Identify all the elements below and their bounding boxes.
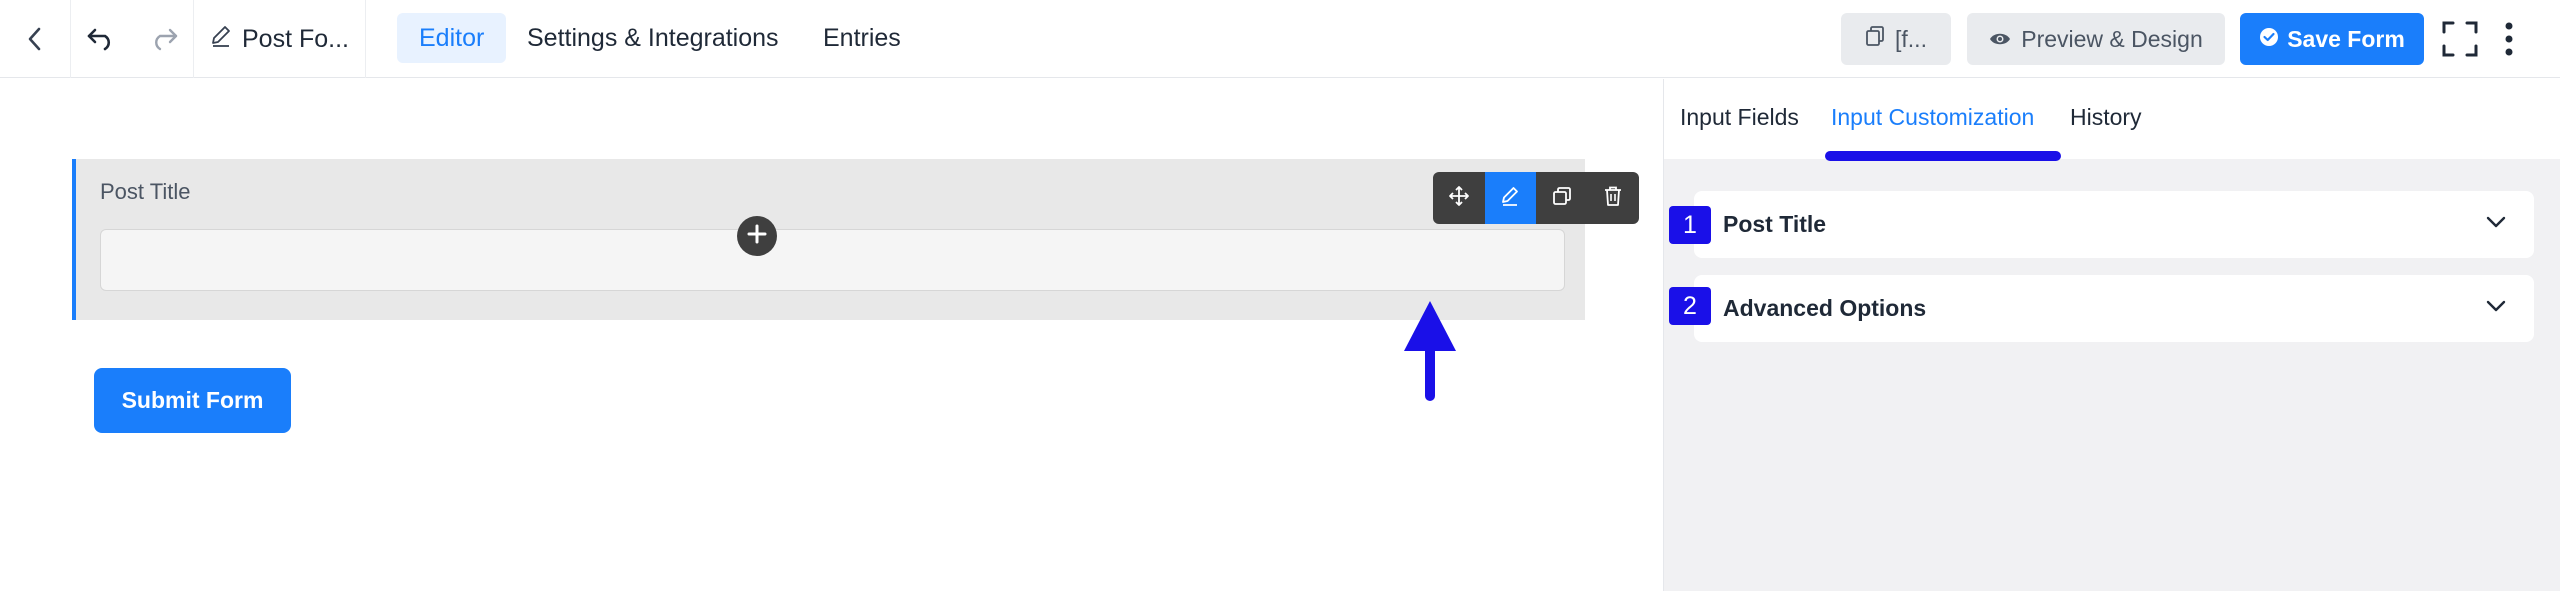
save-form-button[interactable]: Save Form: [2240, 13, 2424, 65]
duplicate-field-button[interactable]: [1536, 172, 1588, 224]
save-label: Save Form: [2287, 25, 2405, 52]
top-bar: Post Fo... Editor Settings & Integration…: [0, 0, 2560, 78]
undo-icon: [87, 27, 117, 51]
move-icon: [1448, 185, 1470, 212]
field-toolbar: [1433, 172, 1639, 224]
copy-icon: [1865, 25, 1885, 53]
plus-icon: [747, 224, 767, 249]
eye-icon: [1989, 26, 2011, 53]
form-title-text: Post Fo...: [242, 24, 349, 53]
add-field-button[interactable]: [737, 216, 777, 256]
redo-icon: [148, 27, 178, 51]
step-badge-2: 2: [1669, 287, 1711, 325]
pencil-icon: [210, 24, 232, 55]
preview-design-button[interactable]: Preview & Design: [1967, 13, 2225, 65]
step-badge-1: 1: [1669, 206, 1711, 244]
shortcode-button[interactable]: [f...: [1841, 13, 1951, 65]
tab-settings-integrations[interactable]: Settings & Integrations: [505, 13, 801, 63]
form-title[interactable]: Post Fo...: [210, 0, 349, 78]
fullscreen-button[interactable]: [2440, 0, 2480, 78]
edit-icon: [1500, 185, 1520, 212]
edit-field-button[interactable]: [1484, 172, 1536, 224]
tab-entries[interactable]: Entries: [801, 13, 923, 63]
preview-label: Preview & Design: [2021, 25, 2203, 52]
check-circle-icon: [2259, 26, 2279, 53]
chevron-down-icon: [2486, 215, 2506, 234]
panel-tabs: Input Fields Input Customization History: [1664, 79, 2560, 161]
move-field-button[interactable]: [1433, 172, 1485, 224]
annotation-arrow: [1400, 301, 1460, 406]
accordion-advanced-options[interactable]: Advanced Options: [1694, 275, 2534, 342]
tab-input-fields[interactable]: Input Fields: [1680, 104, 1799, 131]
post-title-input[interactable]: [100, 229, 1565, 291]
chevron-left-icon: [26, 26, 44, 52]
delete-field-button[interactable]: [1588, 172, 1640, 224]
field-label: Post Title: [100, 179, 191, 204]
chevron-down-icon: [2486, 299, 2506, 318]
settings-panel: Input Fields Input Customization History…: [1663, 79, 2560, 591]
fullscreen-icon: [2442, 21, 2478, 57]
accordion-title: Post Title: [1723, 211, 1827, 237]
tab-history[interactable]: History: [2070, 104, 2142, 131]
submit-form-button[interactable]: Submit Form: [94, 368, 291, 433]
more-vertical-icon: [2504, 22, 2514, 56]
undo-button[interactable]: [71, 0, 133, 78]
shortcode-label: [f...: [1895, 25, 1927, 52]
accordion-post-title[interactable]: Post Title: [1694, 191, 2534, 258]
redo-button[interactable]: [133, 0, 193, 78]
tab-editor[interactable]: Editor: [397, 13, 507, 63]
more-options-button[interactable]: [2496, 0, 2522, 78]
post-title-field[interactable]: Post Title: [72, 159, 1639, 320]
duplicate-icon: [1552, 186, 1572, 211]
accordion-title: Advanced Options: [1723, 295, 1927, 321]
back-button[interactable]: [0, 0, 70, 78]
active-tab-indicator: [1825, 151, 2061, 161]
form-canvas: Post Title Submit Form: [0, 79, 1663, 591]
trash-icon: [1604, 186, 1622, 211]
tab-input-customization[interactable]: Input Customization: [1831, 104, 2034, 131]
